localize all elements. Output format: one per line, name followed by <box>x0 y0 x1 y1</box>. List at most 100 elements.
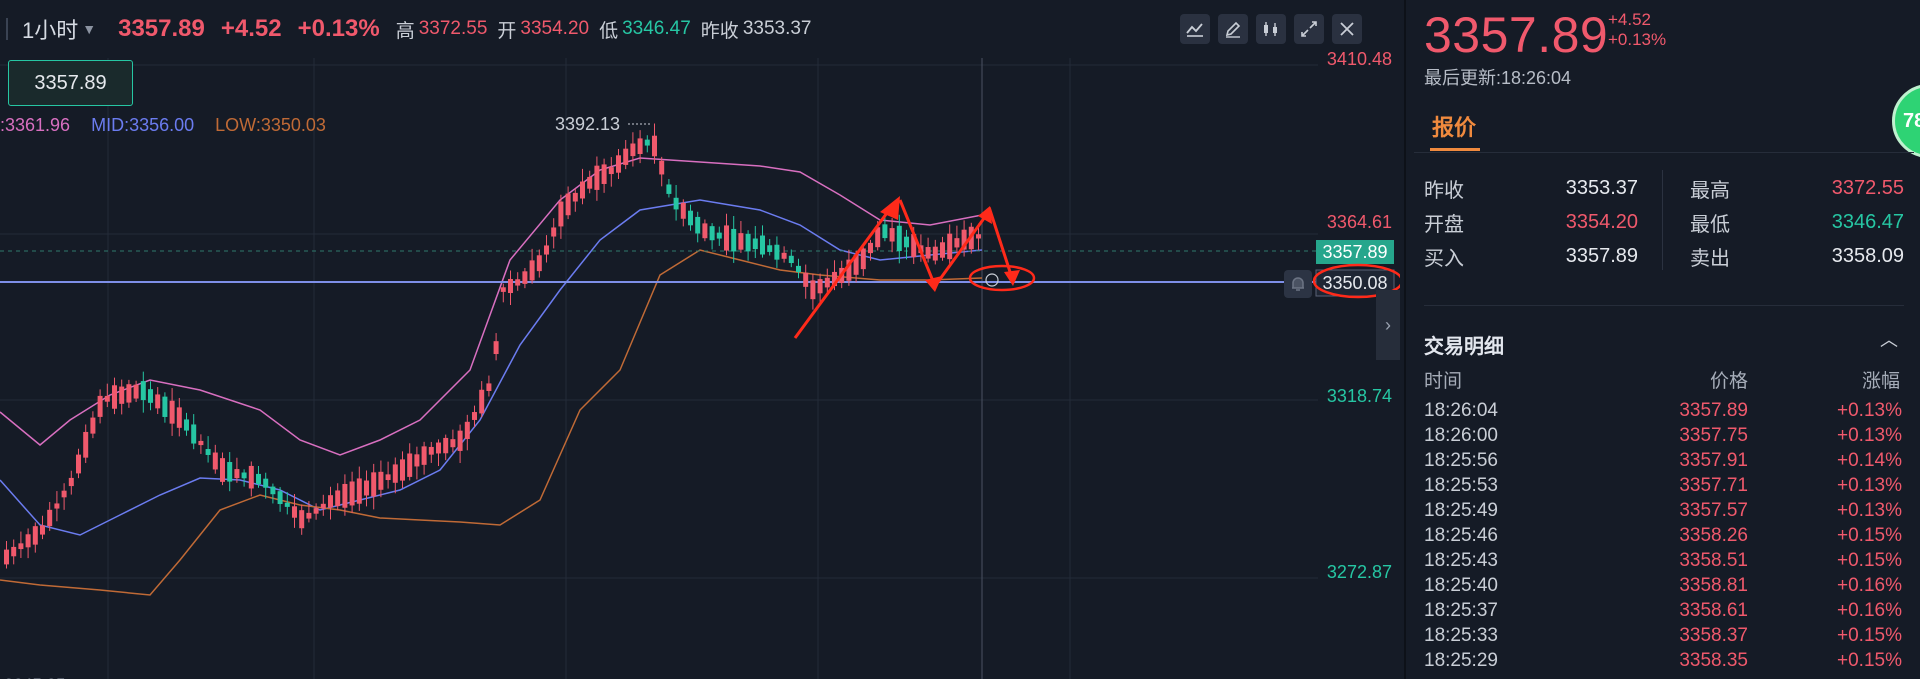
candle-body <box>133 384 139 399</box>
candle-body <box>500 287 506 292</box>
tab-divider <box>1414 152 1914 153</box>
candle-body <box>400 459 405 481</box>
candle-body <box>112 385 117 409</box>
header-price: 3357.89 <box>118 15 205 42</box>
trade-change: +0.16% <box>1837 600 1902 621</box>
candle-body <box>25 534 31 548</box>
interval-selector[interactable]: 1小时 <box>22 13 78 45</box>
candle-body <box>860 248 866 270</box>
peak-price-label: 3392.13 <box>555 114 620 134</box>
candle-body <box>320 503 326 509</box>
trades-title: 交易明细 <box>1424 336 1504 358</box>
stat-label: 开盘 <box>1424 213 1464 236</box>
candle-body <box>68 477 74 487</box>
draw-pen-icon[interactable] <box>1218 14 1248 44</box>
candle-body <box>637 138 643 155</box>
stat-row: 卖出 3358.09 <box>1690 242 1904 270</box>
trades-header-price: 价格 <box>1710 371 1749 392</box>
annotation-arrowhead <box>925 276 942 292</box>
candle-body <box>680 202 686 219</box>
crosshair-dot <box>985 273 999 287</box>
candle-body <box>126 384 132 403</box>
indicator-icon[interactable] <box>1180 14 1210 44</box>
candle-body <box>378 471 384 490</box>
candle-body <box>810 280 816 300</box>
candle-body <box>414 454 420 467</box>
candle-body <box>140 381 146 401</box>
candle-body <box>392 464 398 483</box>
candle-body <box>4 549 9 565</box>
trade-time: 18:26:00 <box>1424 425 1498 446</box>
legend-upper: :3361.96 <box>0 115 71 135</box>
trade-time: 18:25:56 <box>1424 450 1498 471</box>
candle-body <box>256 473 261 485</box>
candle-body <box>328 495 333 508</box>
section-divider <box>1424 305 1904 306</box>
trade-row: 18:25:49 3357.57 +0.13% <box>1406 500 1920 525</box>
tab-quote[interactable]: 报价 <box>1432 110 1476 142</box>
quote-change-value: +4.52 <box>1608 10 1652 29</box>
stat-label: 买入 <box>1424 247 1464 270</box>
candle-body <box>565 193 571 216</box>
candle-body <box>760 235 765 255</box>
price-axis-label: 3272.87 <box>1327 562 1392 582</box>
trade-row: 18:26:00 3357.75 +0.13% <box>1406 425 1920 450</box>
candle-body <box>738 233 744 250</box>
trade-price: 3357.75 <box>1679 425 1748 446</box>
trade-change: +0.14% <box>1837 450 1902 471</box>
candle-body <box>212 452 218 470</box>
chevron-right-icon[interactable]: › <box>1376 290 1400 360</box>
candle-body <box>817 279 823 294</box>
stat-row: 买入 3357.89 <box>1424 242 1638 270</box>
candle-body <box>702 223 708 239</box>
chevron-up-icon[interactable]: ︿ <box>1880 326 1898 352</box>
trade-change: +0.13% <box>1837 425 1902 446</box>
candle-body <box>176 407 182 428</box>
candle-body <box>335 490 341 507</box>
candle-body <box>169 400 175 424</box>
candle-body <box>587 176 593 189</box>
candle-body <box>594 165 600 190</box>
trade-time: 18:25:40 <box>1424 575 1498 596</box>
fullscreen-icon[interactable] <box>1294 14 1324 44</box>
trade-row: 18:25:46 3358.26 +0.15% <box>1406 525 1920 550</box>
candle-body <box>731 228 737 252</box>
stat-row: 开盘 3354.20 <box>1424 208 1638 236</box>
price-axis-label: 3318.74 <box>1327 386 1392 406</box>
candle-body <box>299 510 305 529</box>
candle-body <box>493 341 499 355</box>
trade-price: 3358.81 <box>1679 575 1748 596</box>
open-value: 3354.20 <box>520 18 590 39</box>
candle-body <box>61 490 67 498</box>
candle-body <box>724 225 729 251</box>
trade-price: 3357.57 <box>1679 500 1748 521</box>
trade-row: 18:25:56 3357.91 +0.14% <box>1406 450 1920 475</box>
candle-body <box>745 233 751 252</box>
open-label: 开 <box>497 20 517 42</box>
trade-row: 18:25:33 3358.37 +0.15% <box>1406 625 1920 650</box>
stat-value: 3358.09 <box>1831 244 1904 267</box>
candle-body <box>479 389 485 414</box>
candle-type-icon[interactable] <box>1256 14 1286 44</box>
candlestick-chart[interactable]: 3392.132245:253410.483364.613318.743272.… <box>0 0 1400 679</box>
candle-body <box>407 453 413 477</box>
candle-body <box>443 437 449 454</box>
candle-body <box>940 242 945 258</box>
trade-row: 18:25:37 3358.61 +0.16% <box>1406 600 1920 625</box>
chevron-down-icon[interactable]: ▼ <box>82 21 96 37</box>
candle-body <box>205 449 211 455</box>
stat-label: 最低 <box>1690 213 1730 236</box>
candle-body <box>551 227 557 237</box>
close-icon[interactable] <box>1332 14 1362 44</box>
candle-body <box>659 160 665 175</box>
trade-change: +0.15% <box>1837 650 1902 671</box>
candle-body <box>572 192 578 202</box>
high-label: 高 <box>395 20 415 42</box>
candle-body <box>292 506 297 518</box>
stat-value: 3372.55 <box>1831 176 1904 199</box>
chart-panel[interactable]: 3392.132245:253410.483364.613318.743272.… <box>0 0 1400 679</box>
candle-body <box>47 509 53 527</box>
trade-change: +0.13% <box>1837 400 1902 421</box>
bell-icon[interactable] <box>1284 270 1312 298</box>
sentiment-badge[interactable]: 78 <box>1892 84 1920 158</box>
